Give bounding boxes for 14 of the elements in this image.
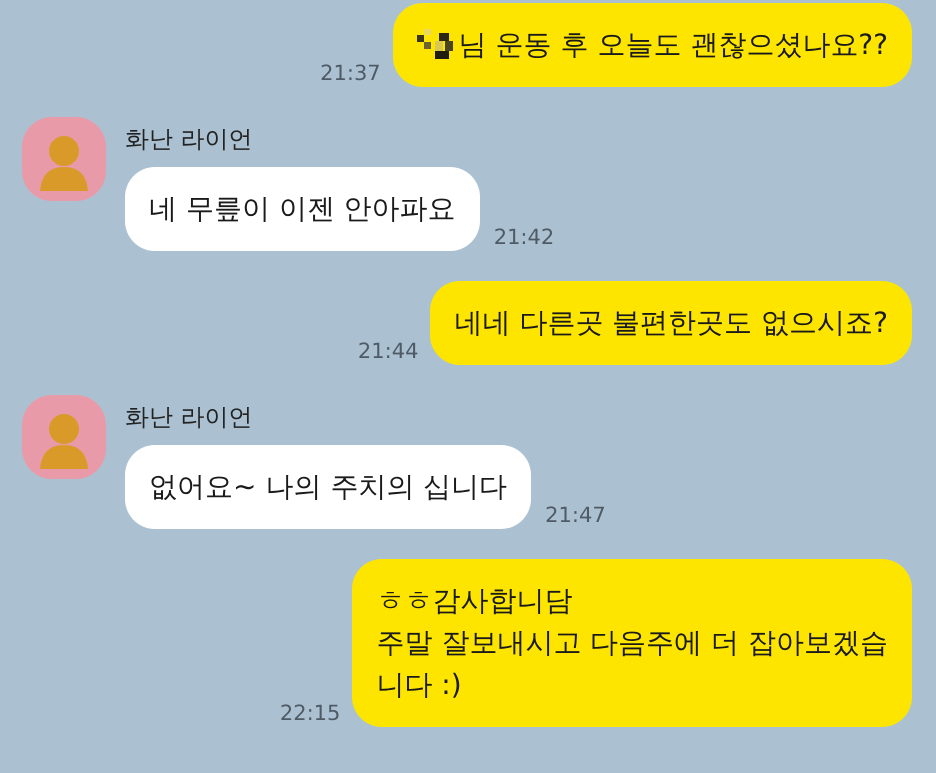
avatar-icon <box>22 395 106 479</box>
sender-name: 화난 라이언 <box>125 124 254 155</box>
message-time: 22:15 <box>280 701 340 727</box>
avatar-icon <box>22 117 106 201</box>
message-text: 네네 다른곳 불편한곳도 없으시죠? <box>454 305 888 341</box>
message-time: 21:47 <box>545 503 606 529</box>
message-time: 21:37 <box>320 61 381 87</box>
message-text: ㅎㅎ감사합니담 주말 잘보내시고 다음주에 더 잡아보겠습 니다 :) <box>376 583 888 703</box>
message-time: 21:44 <box>358 339 418 365</box>
message-text: 없어요~ 나의 주치의 십니다 <box>149 469 508 505</box>
message-text: 네 무릎이 이젠 안아파요 <box>149 191 456 227</box>
message-time: 21:42 <box>494 225 554 251</box>
sender-name: 화난 라이언 <box>125 402 254 433</box>
message-text: 님 운동 후 오늘도 괜찮으셨나요?? <box>458 27 888 63</box>
